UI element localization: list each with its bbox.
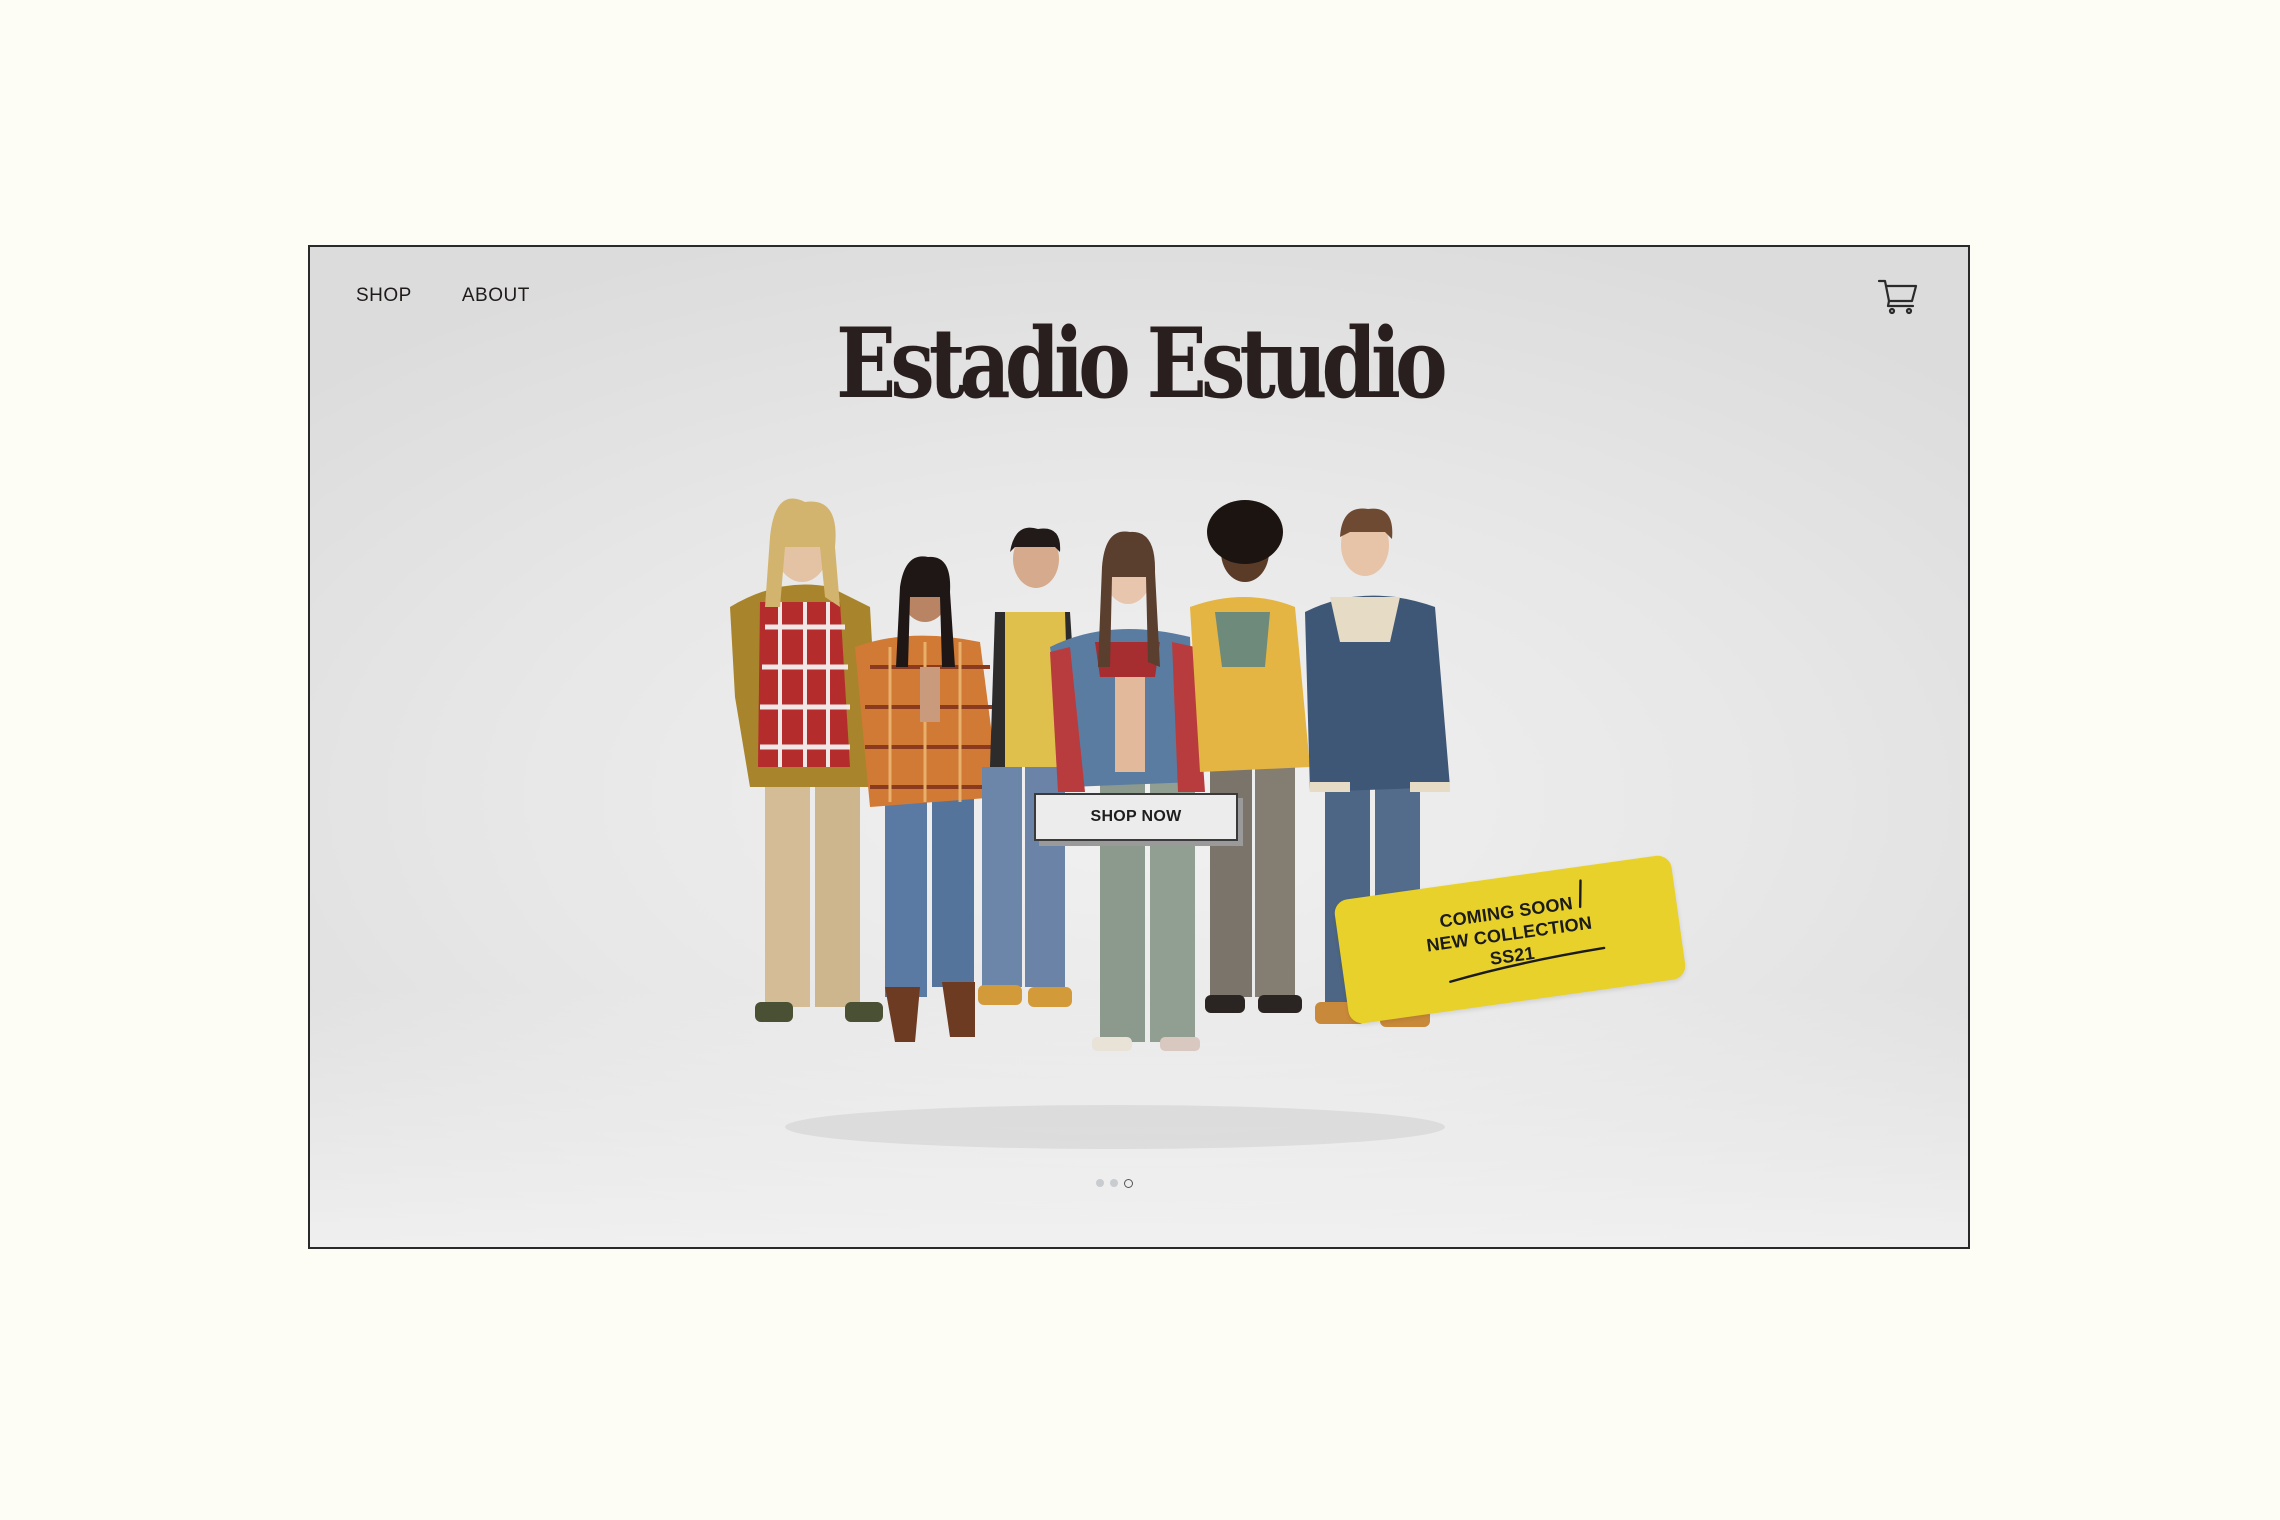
model-5 bbox=[1190, 500, 1310, 1013]
carousel-dot-3[interactable] bbox=[1124, 1179, 1133, 1188]
main-nav: SHOP ABOUT bbox=[356, 285, 530, 307]
model-4 bbox=[1050, 531, 1205, 1051]
carousel-pagination bbox=[1096, 1179, 1133, 1188]
model-1 bbox=[730, 498, 883, 1022]
model-2 bbox=[855, 556, 1000, 1042]
cart-icon[interactable] bbox=[1876, 273, 1920, 317]
brand-logo[interactable]: Estadio Estudio bbox=[459, 307, 1819, 420]
nav-shop-link[interactable]: SHOP bbox=[356, 285, 412, 307]
nav-about-link[interactable]: ABOUT bbox=[462, 285, 530, 307]
website-frame: SHOP ABOUT Estadio Estudio SHOP NOW COMI… bbox=[308, 245, 1970, 1249]
shop-now-button[interactable]: SHOP NOW bbox=[1034, 793, 1238, 841]
carousel-dot-1[interactable] bbox=[1096, 1179, 1104, 1187]
carousel-dot-2[interactable] bbox=[1110, 1179, 1118, 1187]
